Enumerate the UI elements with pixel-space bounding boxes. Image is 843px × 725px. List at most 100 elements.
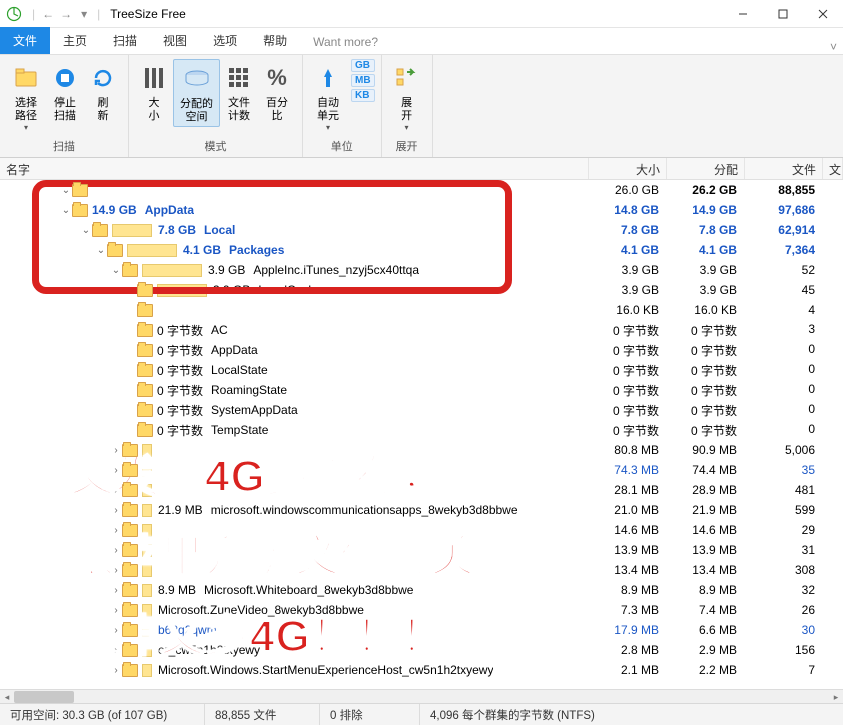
tab-options[interactable]: 选项 (200, 27, 250, 54)
expander-icon[interactable]: › (110, 565, 122, 576)
tree-row[interactable]: ⌄4.1 GBPackages4.1 GB4.1 GB7,364 (0, 240, 843, 260)
expander-icon[interactable]: › (110, 605, 122, 616)
col-files[interactable]: 文件 (745, 158, 823, 179)
cell: 26 (745, 603, 823, 617)
cell: 0 (745, 422, 823, 439)
mode-count-button[interactable]: 文件 计数 (220, 59, 258, 125)
tab-wantmore[interactable]: Want more? (300, 30, 391, 54)
col-size[interactable]: 大小 (589, 158, 667, 179)
scrollbar-thumb[interactable] (14, 691, 74, 703)
mode-allocated-button[interactable]: 分配的 空间 (173, 59, 220, 127)
expander-icon[interactable]: ⌄ (60, 185, 72, 196)
tree-row[interactable]: ›28.1 MB28.9 MB481 (0, 480, 843, 500)
size-bar (142, 584, 152, 597)
expander-icon[interactable]: › (110, 465, 122, 476)
tree-row[interactable]: ›13.4 MB13.4 MB308 (0, 560, 843, 580)
cell (823, 563, 843, 577)
tree-row[interactable]: ⌄3.9 GBAppleInc.iTunes_nzyj5cx40ttqa3.9 … (0, 260, 843, 280)
ribbon-collapse-icon[interactable]: ˅ (830, 40, 837, 54)
auto-unit-icon (317, 61, 339, 95)
tree-row[interactable]: ⌄7.8 GBLocal7.8 GB7.8 GB62,914 (0, 220, 843, 240)
tree-row[interactable]: ›3.9 GBLocalCache3.9 GB3.9 GB45 (0, 280, 843, 300)
tree-row[interactable]: ⌄14.9 GBAppData14.8 GB14.9 GB97,686 (0, 200, 843, 220)
item-name: Microsoft.Windows.StartMenuExperienceHos… (158, 663, 493, 677)
tree-row[interactable]: ›14.6 MB14.6 MB29 (0, 520, 843, 540)
tree-row[interactable]: 0 字节数TempState0 字节数0 字节数0 (0, 420, 843, 440)
mode-percent-button[interactable]: % 百分 比 (258, 59, 296, 125)
cell: 3 (745, 322, 823, 339)
tree-row[interactable]: ›21.9 MBmicrosoft.windowscommunicationsa… (0, 500, 843, 520)
expand-icon (395, 61, 419, 95)
expander-icon[interactable]: › (125, 285, 137, 296)
expander-icon[interactable]: › (110, 585, 122, 596)
stop-scan-button[interactable]: 停止 扫描 (46, 59, 84, 125)
expander-icon[interactable]: › (110, 525, 122, 536)
cell: 6.6 MB (667, 623, 745, 637)
expander-icon[interactable]: › (110, 665, 122, 676)
tree-row[interactable]: ›74.3 MB74.4 MB35 (0, 460, 843, 480)
tree-row[interactable]: ⌄26.0 GB26.2 GB88,855 (0, 180, 843, 200)
unit-mb[interactable]: MB (351, 74, 375, 87)
refresh-button[interactable]: 刷 新 (84, 59, 122, 125)
tree-row[interactable]: ›er_cw5n1h2txyewy2.8 MB2.9 MB156 (0, 640, 843, 660)
expander-icon[interactable]: › (110, 505, 122, 516)
select-path-button[interactable]: 选择 路径 ▾ (6, 59, 46, 134)
item-name: LocalState (211, 363, 268, 377)
folder-icon (137, 344, 153, 357)
tree-row[interactable]: 0 字节数AppData0 字节数0 字节数0 (0, 340, 843, 360)
unit-kb[interactable]: KB (351, 89, 375, 102)
expander-icon[interactable]: › (110, 485, 122, 496)
percent-icon: % (267, 61, 287, 95)
tree-row[interactable]: 16.0 KB16.0 KB4 (0, 300, 843, 320)
path-icon (12, 61, 40, 95)
expander-icon[interactable]: ⌄ (60, 205, 72, 216)
tree-row[interactable]: ›8.9 MBMicrosoft.Whiteboard_8wekyb3d8bbw… (0, 580, 843, 600)
tab-file[interactable]: 文件 (0, 27, 50, 54)
col-alloc[interactable]: 分配 (667, 158, 745, 179)
tree-row[interactable]: 0 字节数LocalState0 字节数0 字节数0 (0, 360, 843, 380)
tree-row[interactable]: ›Microsoft.ZuneVideo_8wekyb3d8bbwe7.3 MB… (0, 600, 843, 620)
expander-icon[interactable]: › (110, 445, 122, 456)
horizontal-scrollbar[interactable]: ◂ ▸ (0, 689, 843, 703)
col-last[interactable]: 文 (823, 158, 843, 179)
expand-button[interactable]: 展 开 ▾ (388, 59, 426, 134)
tree-row[interactable]: 0 字节数SystemAppData0 字节数0 字节数0 (0, 400, 843, 420)
nav-forward-icon[interactable]: → (57, 7, 75, 21)
tab-scan[interactable]: 扫描 (100, 27, 150, 54)
item-name: RoamingState (211, 383, 287, 397)
close-button[interactable] (803, 0, 843, 28)
cell: 32 (745, 583, 823, 597)
tree-row[interactable]: 0 字节数AC0 字节数0 字节数3 (0, 320, 843, 340)
cell (823, 243, 843, 257)
expander-icon[interactable]: › (110, 645, 122, 656)
expander-icon[interactable]: › (110, 545, 122, 556)
scroll-left-icon[interactable]: ◂ (0, 690, 14, 704)
tree-row[interactable]: ›b62q2qwm17.9 MB6.6 MB30 (0, 620, 843, 640)
mode-size-button[interactable]: 大 小 (135, 59, 173, 125)
unit-gb[interactable]: GB (351, 59, 375, 72)
expander-icon[interactable]: ⌄ (110, 265, 122, 276)
tree-row[interactable]: ›13.9 MB13.9 MB31 (0, 540, 843, 560)
expander-icon[interactable]: ⌄ (95, 245, 107, 256)
maximize-button[interactable] (763, 0, 803, 28)
tree-view[interactable]: 又发现4G多缓存， 跟苹果升级文件有关。 删掉又多4G！！！ ⌄26.0 GB2… (0, 180, 843, 689)
expander-icon[interactable]: ⌄ (80, 225, 92, 236)
cell: 16.0 KB (589, 303, 667, 317)
expander-icon[interactable]: › (110, 625, 122, 636)
cell (823, 503, 843, 517)
tree-row[interactable]: ›80.8 MB90.9 MB5,006 (0, 440, 843, 460)
cell: 0 字节数 (589, 362, 667, 379)
auto-unit-button[interactable]: 自动 单元 ▾ (309, 59, 347, 134)
nav-dropdown-icon[interactable]: ▾ (75, 7, 93, 21)
minimize-button[interactable] (723, 0, 763, 28)
nav-back-icon[interactable]: ← (39, 7, 57, 21)
scroll-right-icon[interactable]: ▸ (829, 690, 843, 704)
tree-row[interactable]: › Microsoft.Windows.StartMenuExperienceHo… (0, 660, 843, 680)
tab-help[interactable]: 帮助 (250, 27, 300, 54)
tab-home[interactable]: 主页 (50, 27, 100, 54)
tree-row[interactable]: 0 字节数RoamingState0 字节数0 字节数0 (0, 380, 843, 400)
tab-view[interactable]: 视图 (150, 27, 200, 54)
cell: 0 字节数 (667, 322, 745, 339)
col-name[interactable]: 名字 (0, 158, 589, 179)
cell: 0 字节数 (589, 402, 667, 419)
